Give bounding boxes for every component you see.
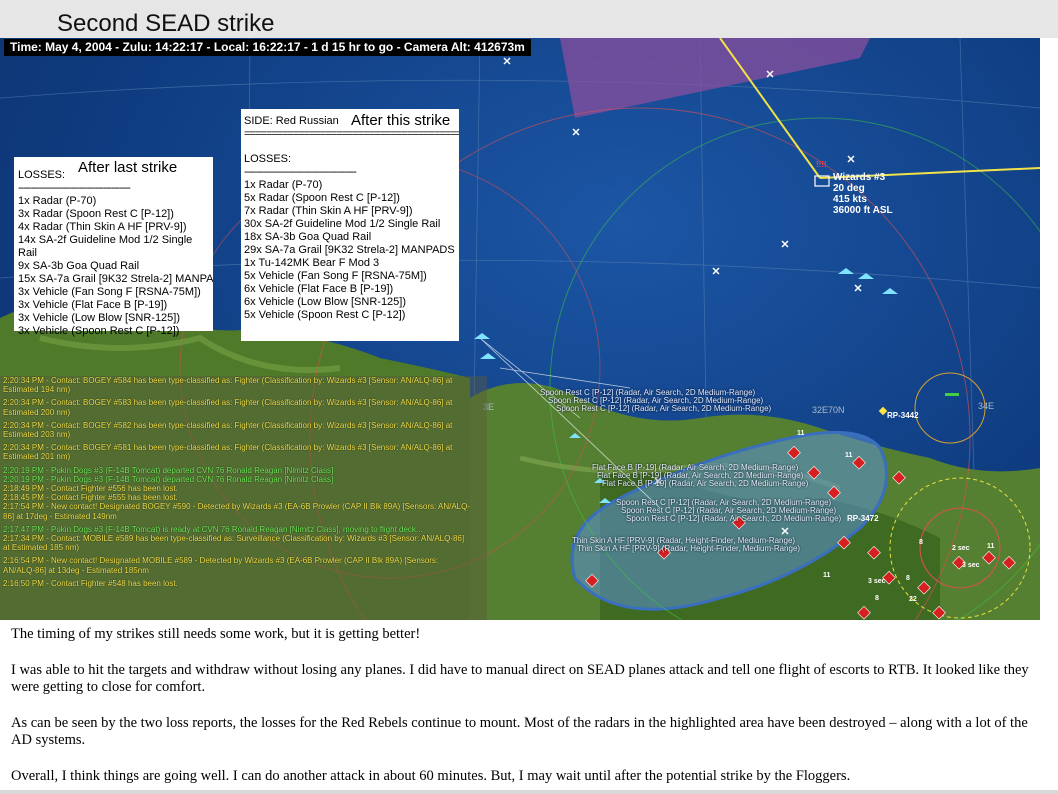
losses-header: LOSSES: xyxy=(244,153,292,165)
grid-label: 34E xyxy=(978,401,995,411)
unit-altitude: 36000 ft ASL xyxy=(833,205,893,216)
count-label: 11 xyxy=(987,543,995,550)
count-label: 8 xyxy=(906,575,910,582)
grid-label: 32E70N xyxy=(812,405,845,415)
ref-point-label: RP-3442 xyxy=(887,411,919,420)
bottom-margin xyxy=(0,790,1058,794)
double-separator-line: ========================================… xyxy=(244,128,459,140)
count-label: 11 xyxy=(797,430,805,437)
loss-item: 1x Radar (P-70) xyxy=(244,179,323,191)
loss-item: 14x SA-2f Guideline Mod 1/2 Single Rail xyxy=(18,234,193,259)
loss-item: 3x Radar (Spoon Rest C [P-12]) xyxy=(18,208,174,220)
separator-line: ----------------------------------------… xyxy=(18,182,131,194)
right-margin xyxy=(1040,38,1058,794)
sensor-label: Thin Skin A HF [PRV-9] (Radar, Height-Fi… xyxy=(577,544,801,553)
panel-note: After this strike xyxy=(351,112,451,129)
losses-this-strike-panel: SIDE: Red Russian After this strike ====… xyxy=(241,109,459,341)
log-message: 2:20:34 PM - Contact: BOGEY #583 has bee… xyxy=(3,398,453,408)
log-message: Estimated 200 nm) xyxy=(3,407,71,417)
log-message: 2:18:45 PM - Contact Fighter #555 has be… xyxy=(3,493,178,503)
narrative-paragraph: I was able to hit the targets and withdr… xyxy=(11,661,1029,696)
log-message: 2:20:19 PM - Pukin Dogs #3 (F-14B Tomcat… xyxy=(3,474,334,484)
sim-time-bar: Time: May 4, 2004 - Zulu: 14:22:17 - Loc… xyxy=(4,39,531,56)
narrative-paragraph: Overall, I think things are going well. … xyxy=(11,767,851,784)
loss-item: 18x SA-3b Goa Quad Rail xyxy=(244,231,372,243)
loss-item: 3x Vehicle (Flat Face B [P-19]) xyxy=(18,299,168,311)
loss-item: 6x Vehicle (Low Blow [SNR-125]) xyxy=(244,296,407,308)
separator-line: ----------------------------------------… xyxy=(244,166,357,178)
no-fly-zone xyxy=(560,38,870,118)
unit-heading: 20 deg xyxy=(833,183,865,194)
sec-label: 3 sec xyxy=(868,578,886,585)
log-message: 2:18:49 PM - Contact Fighter #556 has be… xyxy=(3,484,178,494)
log-message: AN/ALQ-86] at 13deg - Estimated 185nm xyxy=(3,565,149,575)
loss-item: 3x Vehicle (Spoon Rest C [P-12]) xyxy=(18,325,180,337)
unit-speed: 415 kts xyxy=(833,194,867,205)
loss-item: 6x Vehicle (Flat Face B [P-19]) xyxy=(244,283,394,295)
tactical-map[interactable]: Time: May 4, 2004 - Zulu: 14:22:17 - Loc… xyxy=(0,38,1040,658)
log-message: 2:20:19 PM - Pukin Dogs #3 (F-14B Tomcat… xyxy=(3,465,334,475)
loss-item: 30x SA-2f Guideline Mod 1/2 Single Rail xyxy=(244,218,441,230)
loss-item: 15x SA-7a Grail [9K32 Strela-2] MANPAD xyxy=(18,273,213,285)
loss-item: 9x SA-3b Goa Quad Rail xyxy=(18,260,140,272)
count-label: 8 xyxy=(875,595,879,602)
loss-item: 4x Radar (Thin Skin A HF [PRV-9]) xyxy=(18,221,187,233)
log-message: at Estimated 185 nm) xyxy=(3,543,80,553)
sensor-label: Flat Face B [P-19] (Radar, Air Search, 2… xyxy=(602,479,809,488)
airbase-marker[interactable] xyxy=(945,393,959,396)
loss-item: 3x Vehicle (Fan Song F [RSNA-75M]) xyxy=(18,286,201,298)
unit-name: Wizards #3 xyxy=(833,172,886,183)
ref-point-marker[interactable] xyxy=(878,406,888,416)
unit-tag[interactable]: Wizards #3 20 deg 415 kts 36000 ft ASL xyxy=(833,172,893,216)
log-message: 2:16:54 PM - New contact! Designated MOB… xyxy=(3,556,439,566)
unit-alert-flag: !!!! xyxy=(816,160,827,169)
sensor-label: Spoon Rest C [P-12] (Radar, Air Search, … xyxy=(626,514,842,523)
log-message: 2:16:50 PM - Contact Fighter #548 has be… xyxy=(3,578,178,588)
narrative-text: The timing of my strikes still needs som… xyxy=(0,620,1040,792)
loss-item: 1x Radar (P-70) xyxy=(18,195,97,207)
count-label: 8 xyxy=(919,539,923,546)
message-log[interactable]: 2:20:34 PM - Contact: BOGEY #584 has bee… xyxy=(0,376,487,620)
narrative-paragraph: The timing of my strikes still needs som… xyxy=(11,626,421,642)
count-label: 11 xyxy=(823,572,831,579)
count-label: 22 xyxy=(909,596,917,603)
log-message: Estimated 201 nm) xyxy=(3,452,71,462)
loss-item: 5x Vehicle (Fan Song F [RSNA-75M]) xyxy=(244,270,427,282)
log-message: 2:20:34 PM - Contact: BOGEY #581 has bee… xyxy=(3,443,453,453)
log-message: 2:17:47 PM - Pukin Dogs #3 (F-14B Tomcat… xyxy=(3,524,423,534)
loss-item: 5x Vehicle (Spoon Rest C [P-12]) xyxy=(244,309,406,321)
loss-item: 29x SA-7a Grail [9K32 Strela-2] MANPADS xyxy=(244,244,455,256)
loss-item: 3x Vehicle (Low Blow [SNR-125]) xyxy=(18,312,181,324)
panel-note: After last strike xyxy=(78,159,178,176)
narrative-paragraph: As can be seen by the two loss reports, … xyxy=(11,714,1028,749)
log-message: 2:17:34 PM - Contact: MOBILE #589 has be… xyxy=(3,534,465,544)
log-message: 2:17:54 PM - New contact! Designated BOG… xyxy=(3,502,471,512)
log-message: Estimated 203 nm) xyxy=(3,430,71,440)
sec-label: 3 sec xyxy=(962,562,980,569)
count-label: 11 xyxy=(845,452,853,459)
log-message: 86] at 17deg - Estimated 149nm xyxy=(3,511,117,521)
log-message: 2:20:34 PM - Contact: BOGEY #584 has bee… xyxy=(3,376,453,385)
sensor-label: Spoon Rest C [P-12] (Radar, Air Search, … xyxy=(556,404,772,413)
ref-point-label: RP-3472 xyxy=(847,514,879,523)
sec-label: 2 sec xyxy=(952,545,970,552)
loss-item: 5x Radar (Spoon Rest C [P-12]) xyxy=(244,192,400,204)
loss-item: 7x Radar (Thin Skin A HF [PRV-9]) xyxy=(244,205,413,217)
slide-title: Second SEAD strike xyxy=(57,10,275,37)
losses-last-strike-panel: LOSSES: After last strike --------------… xyxy=(14,157,213,337)
log-message: Estimated 194 nm) xyxy=(3,385,71,395)
log-message: 2:20:34 PM - Contact: BOGEY #582 has bee… xyxy=(3,420,453,430)
loss-item: 1x Tu-142MK Bear F Mod 3 xyxy=(244,257,380,269)
